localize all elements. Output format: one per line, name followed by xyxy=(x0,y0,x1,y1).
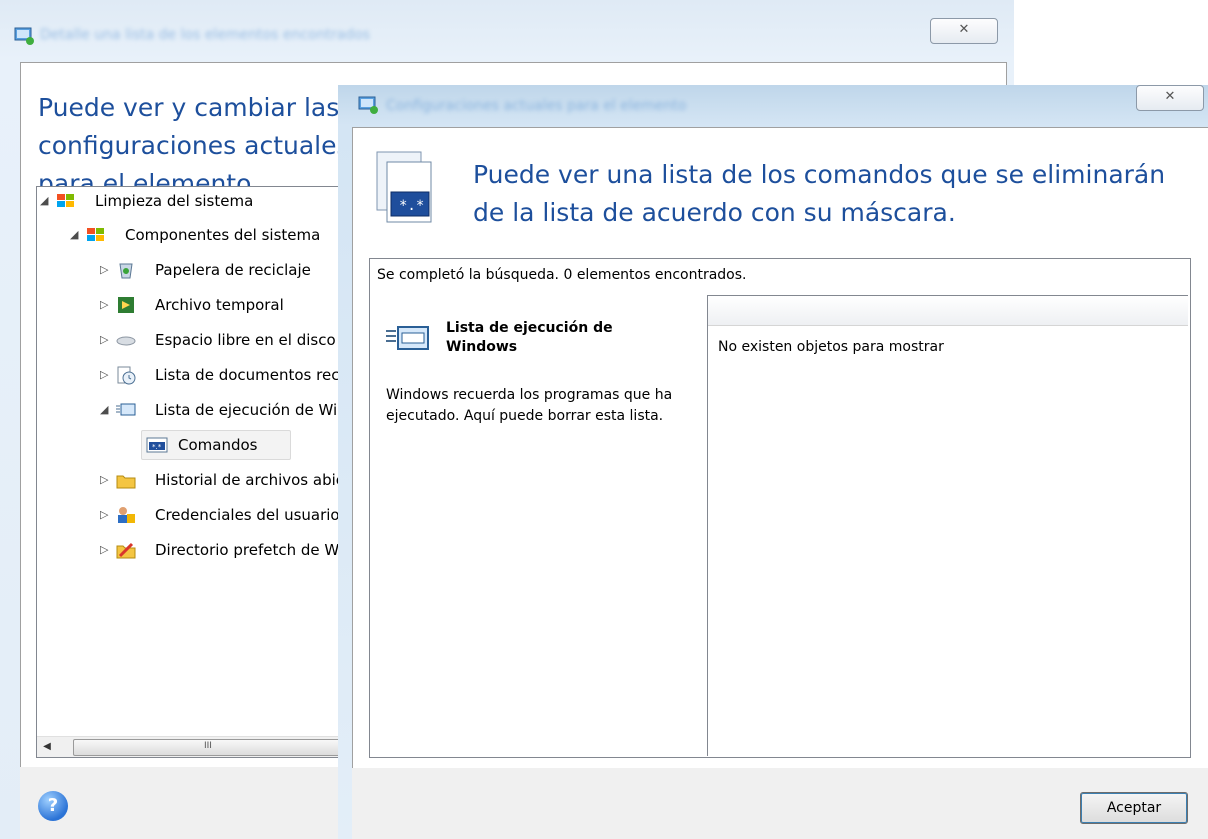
app-window-icon xyxy=(358,96,378,114)
tree-item-label: Archivo temporal xyxy=(155,296,284,314)
search-status: Se completó la búsqueda. 0 elementos enc… xyxy=(377,267,747,283)
recycle-bin-icon xyxy=(119,263,133,279)
background-title-bar: Detalle una lista de los elementos encon… xyxy=(0,0,1014,58)
command-mask-icon: *.* xyxy=(376,151,432,223)
collapse-arrow-icon[interactable]: ◢ xyxy=(40,187,48,215)
list-column-header[interactable] xyxy=(708,296,1188,326)
tree-item-label: Papelera de reciclaje xyxy=(155,261,311,279)
open-files-history-icon xyxy=(116,475,136,489)
tree-item-label: Credenciales del usuario xyxy=(155,506,340,524)
commands-icon: *.* xyxy=(146,437,168,453)
cleanup-tree[interactable]: ◢ Limpieza del sistema ◢ Componentes del… xyxy=(36,186,348,758)
expand-arrow-icon[interactable]: ▷ xyxy=(100,536,108,564)
tree-item-comandos[interactable]: *.* Comandos xyxy=(141,430,291,460)
tree-item-label: Espacio libre en el disco xyxy=(155,331,336,349)
expand-arrow-icon[interactable]: ▷ xyxy=(100,326,108,354)
background-title-blurred: Detalle una lista de los elementos encon… xyxy=(40,27,371,43)
recent-documents-icon xyxy=(117,366,136,385)
empty-list-message: No existen objetos para mostrar xyxy=(718,339,944,355)
commands-dialog: Configuraciones actuales para el element… xyxy=(338,85,1208,839)
prefetch-directory-icon xyxy=(116,542,136,559)
dialog-close-button[interactable]: ✕ xyxy=(1136,85,1204,111)
expand-arrow-icon[interactable]: ▷ xyxy=(100,256,108,284)
expand-arrow-icon[interactable]: ▷ xyxy=(100,291,108,319)
app-window-icon xyxy=(14,27,34,45)
scrollbar-thumb[interactable]: III xyxy=(73,739,347,756)
scrollbar-grip: III xyxy=(204,741,212,751)
commands-list[interactable]: No existen objetos para mostrar xyxy=(707,295,1188,756)
system-cleanup-icon xyxy=(57,194,74,207)
background-close-button[interactable]: ✕ xyxy=(930,18,998,44)
expand-arrow-icon[interactable]: ▷ xyxy=(100,361,108,389)
svg-text:*.*: *.* xyxy=(399,198,424,214)
user-credentials-icon xyxy=(118,507,135,523)
tree-horizontal-scrollbar[interactable]: ◀ III xyxy=(37,736,347,757)
help-icon[interactable]: ? xyxy=(38,791,68,821)
run-list-icon xyxy=(116,403,136,416)
dialog-content: *.* Puede ver una lista de los comandos … xyxy=(352,127,1208,769)
dialog-heading: Puede ver una lista de los comandos que … xyxy=(473,160,1166,227)
tree-item-label: Directorio prefetch de Windows xyxy=(155,541,347,559)
tree-item-label: Lista de documentos recientes xyxy=(155,366,347,384)
run-list-icon xyxy=(386,326,429,350)
collapse-arrow-icon[interactable]: ◢ xyxy=(100,396,108,424)
svg-text:*.*: *.* xyxy=(152,443,162,451)
collapse-arrow-icon[interactable]: ◢ xyxy=(70,221,78,249)
system-components-icon xyxy=(87,228,104,241)
item-info-pane: Lista de ejecución de Windows Windows re… xyxy=(370,295,707,757)
dialog-title-blurred: Configuraciones actuales para el element… xyxy=(386,98,687,114)
accept-button[interactable]: Aceptar xyxy=(1080,792,1188,824)
expand-arrow-icon[interactable]: ▷ xyxy=(100,501,108,529)
scroll-left-icon[interactable]: ◀ xyxy=(39,739,55,755)
tree-item-label: Lista de ejecución de Windows xyxy=(155,401,347,419)
free-disk-space-icon xyxy=(116,336,136,346)
item-title: Lista de ejecución de Windows xyxy=(446,320,613,355)
tree-item-label: Limpieza del sistema xyxy=(95,192,254,210)
tree-item-label: Componentes del sistema xyxy=(125,226,321,244)
results-panel: Se completó la búsqueda. 0 elementos enc… xyxy=(369,258,1191,758)
tree-item-label: Historial de archivos abiertos xyxy=(155,471,347,489)
temp-files-icon xyxy=(118,297,134,313)
expand-arrow-icon[interactable]: ▷ xyxy=(100,466,108,494)
item-description: Windows recuerda los programas que ha ej… xyxy=(386,387,673,424)
tree-item-label: Comandos xyxy=(178,436,258,454)
